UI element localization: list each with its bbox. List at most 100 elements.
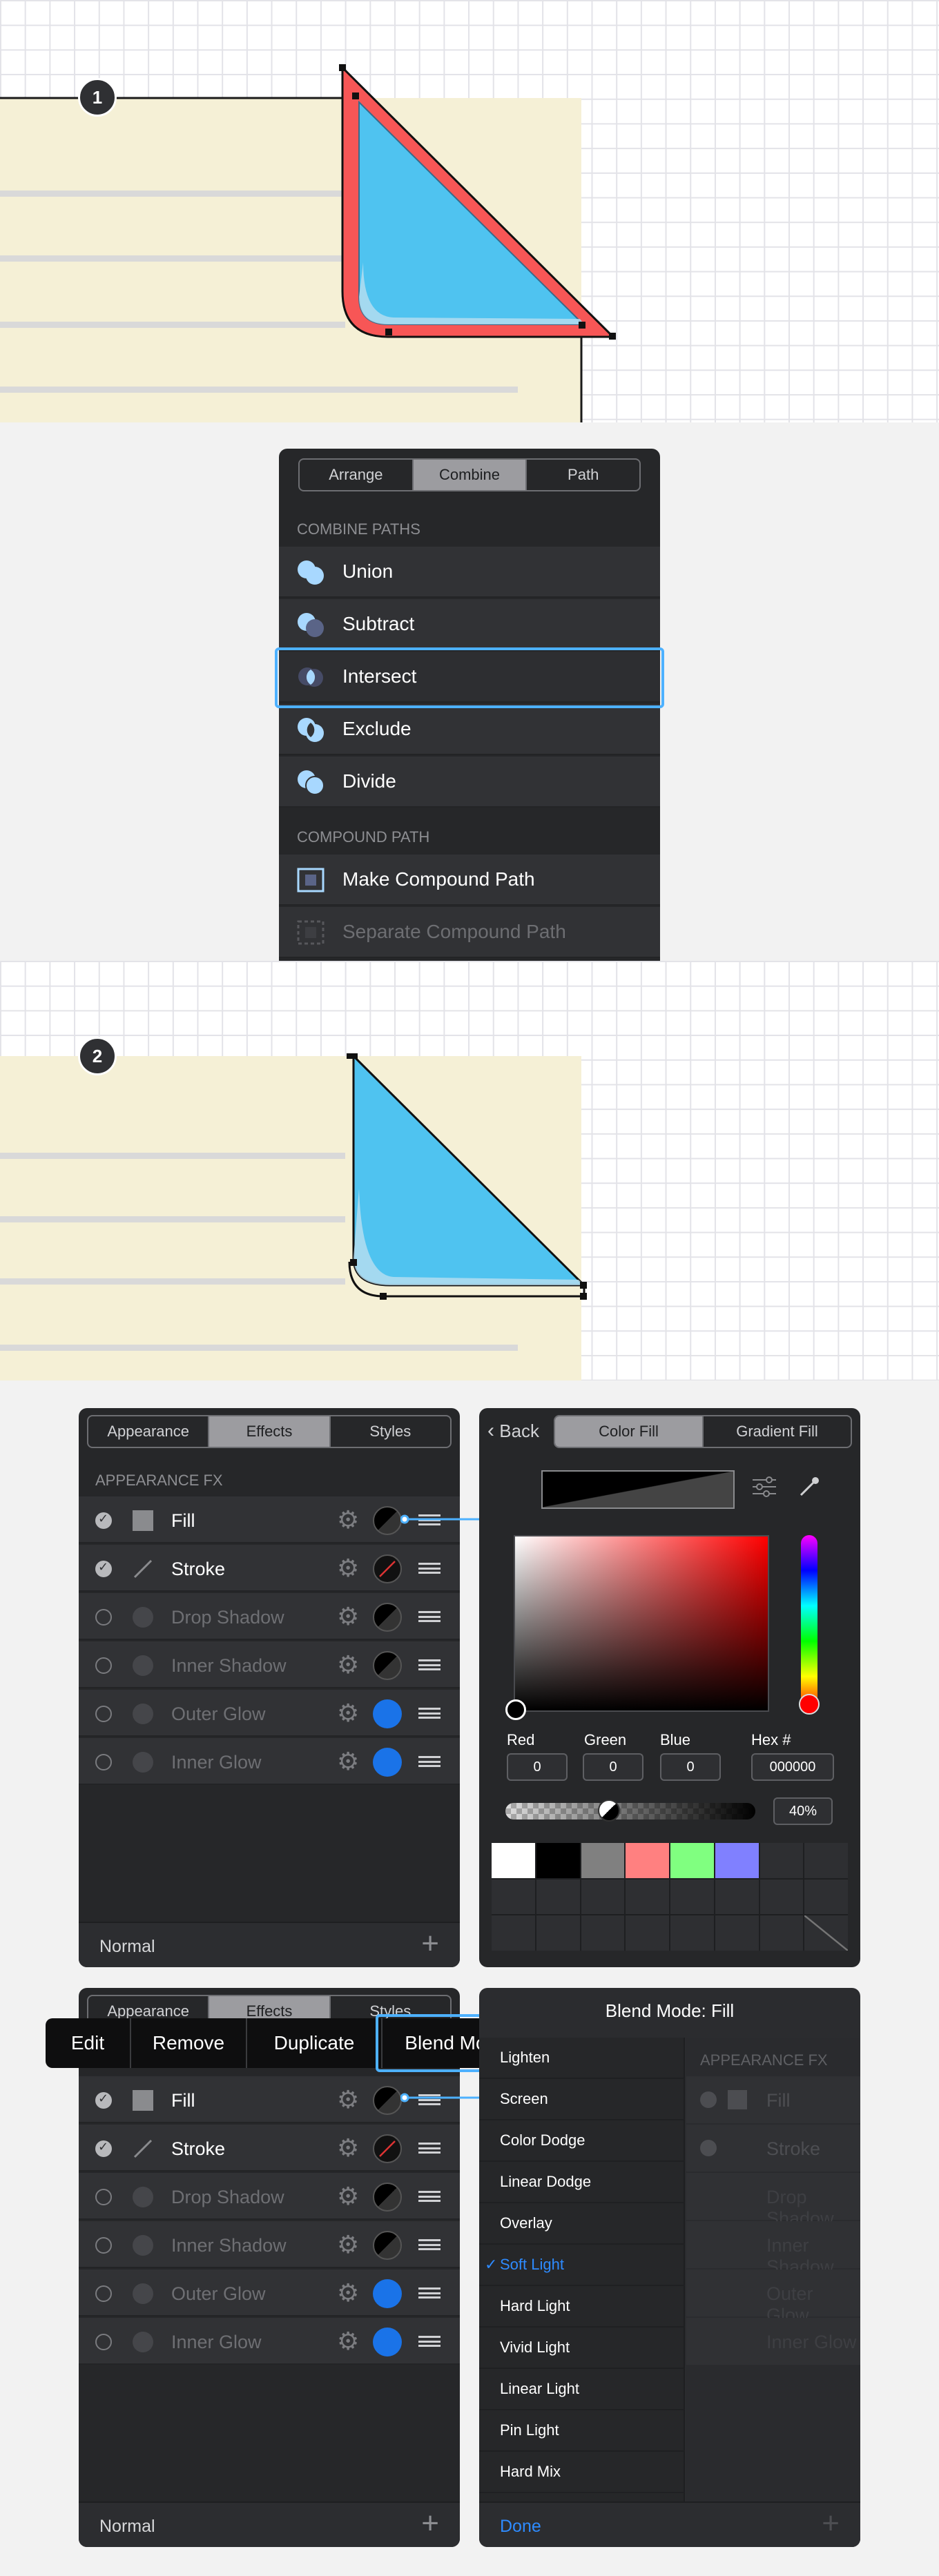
inner-shadow-swatch[interactable] (373, 2231, 402, 2260)
color-gradient-picker[interactable] (505, 1535, 769, 1720)
opacity-slider[interactable] (505, 1799, 755, 1822)
eyedropper-icon[interactable] (797, 1474, 822, 1499)
gear-icon[interactable]: ⚙ (337, 1603, 359, 1630)
tab-effects[interactable]: Effects (208, 1416, 329, 1447)
swatch-empty[interactable] (581, 1879, 625, 1915)
outer-glow-check[interactable] (95, 1706, 112, 1722)
stroke-enabled-check[interactable] (95, 2140, 112, 2157)
swatch-empty[interactable] (492, 1915, 535, 1951)
blend-mode-value[interactable]: Normal (99, 1937, 155, 1957)
outer-glow-swatch[interactable] (373, 1699, 402, 1728)
gear-icon[interactable]: ⚙ (337, 1555, 359, 1581)
fill-swatch[interactable] (373, 2086, 402, 2115)
swatch-empty[interactable] (759, 1879, 804, 1915)
stroke-enabled-check[interactable] (95, 1560, 112, 1577)
blend-mode-value[interactable]: Normal (99, 2517, 155, 2537)
inner-glow-swatch[interactable] (373, 1748, 402, 1777)
outer-glow-swatch[interactable] (373, 2279, 402, 2308)
drop-shadow-swatch[interactable] (373, 2183, 402, 2212)
swatch-empty[interactable] (759, 1843, 804, 1878)
gear-icon[interactable]: ⚙ (337, 2232, 359, 2258)
drag-handle-icon[interactable] (418, 2287, 441, 2299)
tab-gradient-fill[interactable]: Gradient Fill (702, 1416, 851, 1447)
swatch-empty[interactable] (759, 1915, 804, 1951)
blend-option-overlay[interactable]: Overlay (479, 2203, 685, 2245)
inner-shadow-check[interactable] (95, 2237, 112, 2254)
fx-row-inner-glow[interactable]: Inner Glow ⚙ (79, 1738, 460, 1785)
swatch-empty[interactable] (581, 1915, 625, 1951)
blend-option-hard-mix[interactable]: Hard Mix (479, 2452, 685, 2493)
separate-compound-path-item[interactable]: Separate Compound Path (279, 907, 660, 958)
gear-icon[interactable]: ⚙ (337, 1507, 359, 1533)
hue-slider[interactable] (799, 1535, 820, 1715)
inner-shadow-check[interactable] (95, 1657, 112, 1674)
blend-option-soft-light[interactable]: ✓ Soft Light (479, 2245, 685, 2286)
add-icon[interactable]: + (421, 1929, 439, 1959)
drop-shadow-check[interactable] (95, 1609, 112, 1626)
drag-handle-icon[interactable] (418, 2191, 441, 2202)
divide-item[interactable]: Divide (279, 757, 660, 808)
blend-option-color-dodge[interactable]: Color Dodge (479, 2120, 685, 2162)
tab-color-fill[interactable]: Color Fill (555, 1416, 702, 1447)
fill-enabled-check[interactable] (95, 2091, 112, 2109)
blue-input[interactable]: 0 (660, 1753, 721, 1781)
stroke-swatch[interactable] (373, 1554, 402, 1583)
edit-menu-item[interactable]: Edit (46, 2018, 131, 2068)
swatch-black[interactable] (536, 1843, 580, 1878)
remove-menu-item[interactable]: Remove (131, 2018, 247, 2068)
fx-row-drop-shadow[interactable]: Drop Shadow ⚙ (79, 2173, 460, 2220)
swatch-empty[interactable] (715, 1879, 759, 1915)
blend-option-vivid-light[interactable]: Vivid Light (479, 2328, 685, 2369)
make-compound-path-item[interactable]: Make Compound Path (279, 855, 660, 906)
back-button[interactable]: ‹ Back (487, 1419, 539, 1443)
swatch-empty[interactable] (626, 1879, 669, 1915)
drag-handle-icon[interactable] (418, 1563, 441, 1574)
tab-arrange[interactable]: Arrange (300, 460, 412, 490)
gear-icon[interactable]: ⚙ (337, 1700, 359, 1726)
blend-option-linear-light[interactable]: Linear Light (479, 2369, 685, 2410)
swatch-gray[interactable] (581, 1843, 625, 1878)
fill-enabled-check[interactable] (95, 1512, 112, 1529)
gear-icon[interactable]: ⚙ (337, 2280, 359, 2306)
swatch-pink[interactable] (626, 1843, 669, 1878)
swatch-empty[interactable] (804, 1843, 848, 1878)
tab-path[interactable]: Path (525, 460, 639, 490)
drag-handle-icon[interactable] (418, 1611, 441, 1622)
gear-icon[interactable]: ⚙ (337, 1652, 359, 1678)
exclude-item[interactable]: Exclude (279, 704, 660, 755)
stroke-swatch[interactable] (373, 2134, 402, 2163)
tab-appearance[interactable]: Appearance (88, 1416, 208, 1447)
green-input[interactable]: 0 (583, 1753, 643, 1781)
fx-row-drop-shadow[interactable]: Drop Shadow ⚙ (79, 1593, 460, 1640)
swatch-empty[interactable] (626, 1915, 669, 1951)
swatch-empty[interactable] (715, 1915, 759, 1951)
swatch-white[interactable] (492, 1843, 535, 1878)
inner-shadow-swatch[interactable] (373, 1651, 402, 1680)
gear-icon[interactable]: ⚙ (337, 1748, 359, 1775)
swatch-empty[interactable] (492, 1879, 535, 1915)
swatch-green[interactable] (670, 1843, 714, 1878)
drag-handle-icon[interactable] (418, 1708, 441, 1719)
swatch-clear[interactable] (804, 1915, 848, 1951)
fx-row-inner-glow[interactable]: Inner Glow ⚙ (79, 2318, 460, 2365)
subtract-item[interactable]: Subtract (279, 599, 660, 650)
color-picker-handle[interactable] (505, 1699, 526, 1720)
red-input[interactable]: 0 (507, 1753, 568, 1781)
hue-handle[interactable] (799, 1694, 820, 1715)
blend-option-hard-light[interactable]: Hard Light (479, 2286, 685, 2328)
blend-option-linear-dodge[interactable]: Linear Dodge (479, 2162, 685, 2203)
drag-handle-icon[interactable] (418, 2336, 441, 2347)
fill-swatch[interactable] (373, 1506, 402, 1535)
drag-handle-icon[interactable] (418, 2239, 441, 2250)
outer-glow-check[interactable] (95, 2285, 112, 2302)
blend-option-lighten[interactable]: Lighten (479, 2038, 685, 2079)
swatch-empty[interactable] (536, 1879, 580, 1915)
blend-option-pin-light[interactable]: Pin Light (479, 2410, 685, 2452)
duplicate-menu-item[interactable]: Duplicate (247, 2018, 383, 2068)
swatch-empty[interactable] (536, 1915, 580, 1951)
swatch-empty[interactable] (670, 1915, 714, 1951)
inner-glow-check[interactable] (95, 1754, 112, 1770)
opacity-handle[interactable] (598, 1799, 620, 1822)
drag-handle-icon[interactable] (418, 1756, 441, 1767)
gear-icon[interactable]: ⚙ (337, 2135, 359, 2161)
